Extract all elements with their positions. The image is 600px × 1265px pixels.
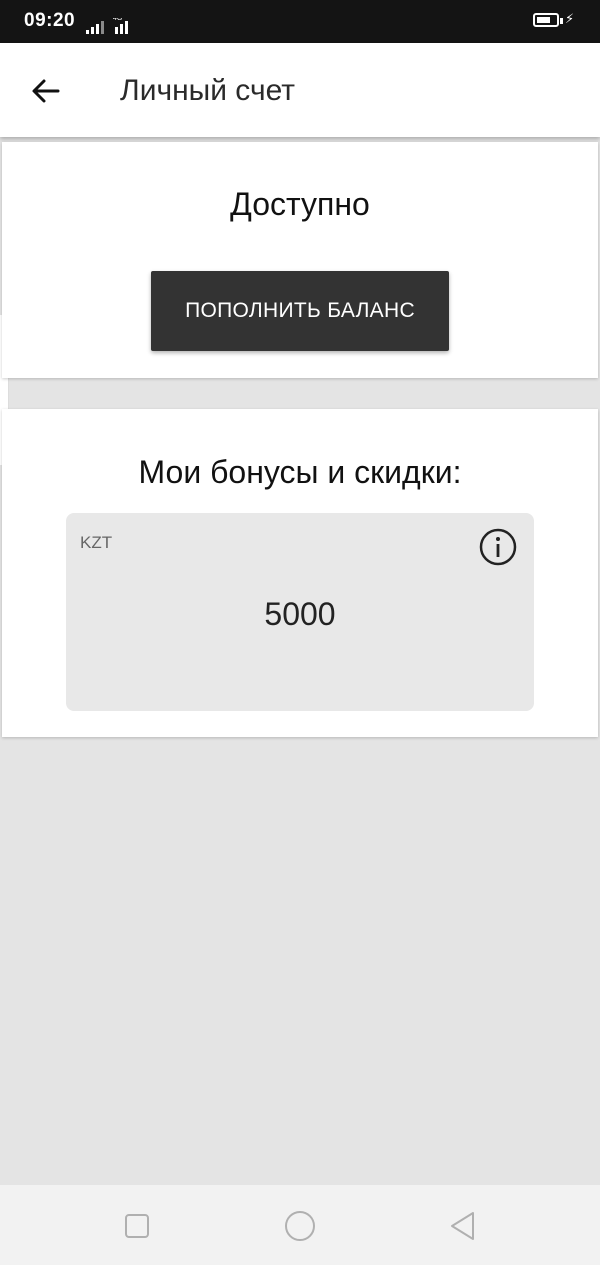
battery-icon bbox=[533, 13, 559, 27]
back-button[interactable] bbox=[26, 73, 66, 109]
app-bar: Личный счет bbox=[0, 43, 600, 137]
balance-card: Доступно ПОПОЛНИТЬ БАЛАНС bbox=[2, 142, 598, 378]
currency-label: KZT bbox=[80, 533, 113, 552]
home-button[interactable] bbox=[283, 1209, 317, 1243]
top-up-balance-button[interactable]: ПОПОЛНИТЬ БАЛАНС bbox=[151, 271, 449, 351]
page-title: Личный счет bbox=[120, 74, 296, 107]
status-time: 09:20 bbox=[24, 10, 76, 31]
recent-apps-icon bbox=[125, 1214, 149, 1238]
network-type: 4G bbox=[113, 18, 122, 22]
signal-icon: 4G bbox=[86, 18, 128, 34]
info-button[interactable] bbox=[479, 528, 517, 566]
charging-icon: ⚡ bbox=[565, 11, 575, 26]
bonus-amount: 5000 bbox=[264, 596, 336, 632]
available-label: Доступно bbox=[230, 186, 370, 222]
battery-tip bbox=[560, 18, 563, 24]
bonus-balance-card: KZT 5000 bbox=[66, 513, 534, 711]
back-triangle-icon bbox=[451, 1212, 474, 1240]
arrow-left-icon bbox=[32, 79, 60, 103]
home-icon bbox=[285, 1211, 315, 1241]
nav-back-button[interactable] bbox=[446, 1209, 480, 1243]
info-icon bbox=[479, 528, 517, 566]
status-bar: 09:20 4G ⚡ bbox=[0, 0, 600, 43]
bonuses-title: Мои бонусы и скидки: bbox=[138, 454, 462, 490]
recent-apps-button[interactable] bbox=[120, 1209, 154, 1243]
bonuses-card: Мои бонусы и скидки: KZT 5000 bbox=[2, 409, 598, 737]
system-nav-bar bbox=[0, 1185, 600, 1265]
